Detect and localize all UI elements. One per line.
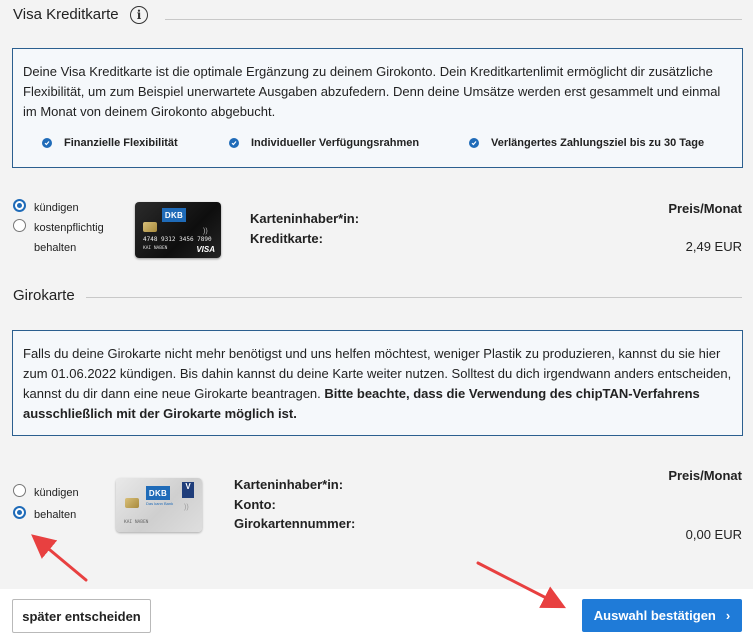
annotation-arrow xyxy=(31,534,88,582)
annotation-arrow xyxy=(476,561,567,609)
annotation-arrows xyxy=(31,534,567,609)
